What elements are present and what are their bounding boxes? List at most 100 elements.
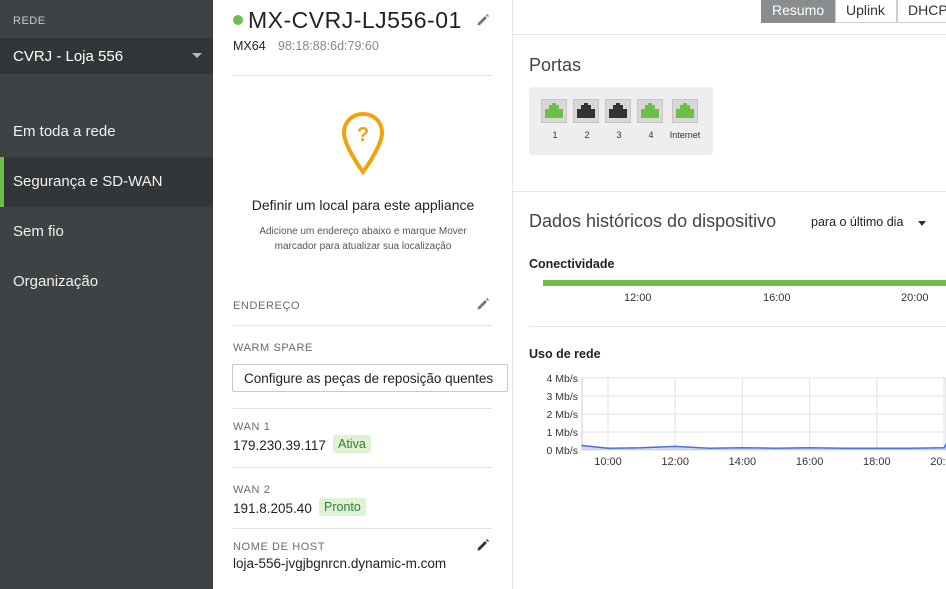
usage-point bbox=[708, 447, 710, 449]
ethernet-port-icon bbox=[641, 103, 659, 118]
tab-label: Resumo bbox=[772, 2, 825, 18]
divider bbox=[233, 528, 492, 529]
address-label: ENDEREÇO bbox=[233, 300, 301, 312]
port-4[interactable] bbox=[637, 99, 663, 123]
ethernet-port-icon bbox=[609, 103, 627, 118]
usage-point bbox=[876, 447, 878, 449]
ethernet-port-icon bbox=[545, 103, 563, 118]
divider bbox=[233, 75, 492, 76]
wan2-label: WAN 2 bbox=[233, 484, 271, 496]
connectivity-tick: 12:00 bbox=[624, 292, 652, 304]
connectivity-tick: 16:00 bbox=[763, 292, 791, 304]
divider bbox=[513, 191, 946, 192]
wan2-status-badge: Pronto bbox=[319, 498, 366, 516]
edit-hostname-pencil-icon[interactable] bbox=[476, 538, 490, 552]
usage-point bbox=[741, 447, 744, 449]
x-tick-label: 18:00 bbox=[863, 456, 891, 468]
x-tick-label: 14:00 bbox=[729, 456, 757, 468]
chevron-down-icon bbox=[192, 53, 202, 58]
sidebar-item-label: Segurança e SD-WAN bbox=[13, 173, 163, 190]
status-dot-icon bbox=[233, 15, 243, 25]
usage-point bbox=[842, 447, 844, 449]
ethernet-port-icon bbox=[577, 103, 595, 118]
x-tick-label: 16:00 bbox=[796, 456, 824, 468]
edit-address-pencil-icon[interactable] bbox=[476, 297, 490, 311]
device-mac: 98:18:88:6d:79:60 bbox=[278, 39, 379, 53]
port-label: Internet bbox=[669, 130, 701, 140]
usage-point bbox=[674, 445, 676, 448]
sidebar-item-organizacao[interactable]: Organização bbox=[0, 257, 213, 307]
tab-label: Uplink bbox=[846, 2, 885, 18]
location-subtitle-line2: marcador para atualizar sua localização bbox=[274, 241, 452, 252]
connectivity-tick: 20:00 bbox=[901, 292, 929, 304]
network-usage-title: Uso de rede bbox=[529, 347, 601, 361]
edit-name-pencil-icon[interactable] bbox=[476, 13, 490, 27]
tab-resumo[interactable]: Resumo bbox=[761, 0, 835, 23]
sidebar-item-em-toda-a-rede[interactable]: Em toda a rede bbox=[0, 107, 213, 157]
ports-panel: 1 2 3 4 Internet bbox=[529, 87, 713, 155]
location-title: Definir um local para este appliance bbox=[251, 197, 475, 213]
connectivity-title: Conectividade bbox=[529, 257, 615, 271]
y-tick-label: 2 Mb/s bbox=[546, 409, 578, 421]
network-usage-chart: 0 Mb/s 1 Mb/s 2 Mb/s 3 Mb/s 4 Mb/s 10:00 12:0… bbox=[546, 373, 946, 468]
x-tick-label: 20:00 bbox=[930, 456, 946, 468]
wan1-label: WAN 1 bbox=[233, 421, 271, 433]
location-subtitle-line1: Adicione um endereço abaixo e marque Mov… bbox=[259, 226, 467, 237]
usage-point bbox=[909, 447, 912, 449]
network-select-value: CVRJ - Loja 556 bbox=[13, 48, 124, 65]
y-tick-label: 1 Mb/s bbox=[546, 427, 578, 439]
tab-dhcp[interactable]: DHCP bbox=[897, 0, 946, 23]
divider bbox=[529, 326, 946, 327]
map-pin-question-icon: ? bbox=[342, 112, 384, 176]
usage-line bbox=[581, 442, 946, 449]
usage-point bbox=[808, 447, 811, 449]
configure-warm-spare-button[interactable]: Configure as peças de reposição quentes bbox=[232, 364, 508, 392]
port-3[interactable] bbox=[605, 99, 631, 123]
sidebar-item-label: Organização bbox=[13, 273, 99, 290]
connectivity-bar bbox=[543, 280, 946, 286]
sidebar-item-sem-fio[interactable]: Sem fio bbox=[0, 207, 213, 257]
usage-point bbox=[607, 447, 609, 449]
hostname-value: loja-556-jvgjbgnrcn.dynamic-m.com bbox=[233, 556, 447, 571]
sidebar-item-seguranca-sd-wan[interactable]: Segurança e SD-WAN bbox=[0, 157, 213, 207]
port-1[interactable] bbox=[541, 99, 567, 123]
y-tick-label: 3 Mb/s bbox=[546, 391, 578, 403]
y-tick-label: 0 Mb/s bbox=[546, 445, 578, 457]
port-internet[interactable] bbox=[672, 99, 698, 123]
period-select[interactable]: para o último dia bbox=[811, 215, 903, 229]
wan1-status-badge: Ativa bbox=[333, 435, 371, 453]
network-label: REDE bbox=[13, 15, 46, 27]
usage-point bbox=[640, 447, 643, 449]
summary-panel: Resumo Uplink DHCP Portas 1 2 3 4 Intern… bbox=[513, 0, 946, 589]
history-title: Dados históricos do dispositivo bbox=[529, 211, 777, 231]
svg-text:?: ? bbox=[357, 124, 369, 146]
device-name: MX-CVRJ-LJ556-01 bbox=[248, 7, 462, 33]
warm-spare-label: WARM SPARE bbox=[233, 342, 313, 354]
x-tick-label: 10:00 bbox=[594, 456, 622, 468]
wan1-ip: 179.230.39.117 bbox=[233, 438, 326, 453]
tab-uplink[interactable]: Uplink bbox=[835, 0, 897, 23]
sidebar-item-label: Sem fio bbox=[13, 223, 64, 240]
usage-point bbox=[775, 447, 777, 449]
tab-label: DHCP bbox=[908, 2, 946, 18]
hostname-label: NOME DE HOST bbox=[233, 541, 326, 553]
usage-area bbox=[582, 444, 946, 450]
device-model: MX64 bbox=[233, 39, 266, 53]
chevron-down-icon[interactable] bbox=[918, 221, 926, 226]
divider bbox=[233, 408, 492, 409]
port-2[interactable] bbox=[573, 99, 599, 123]
divider bbox=[513, 34, 946, 35]
x-tick-label: 12:00 bbox=[661, 456, 689, 468]
device-details-panel: MX-CVRJ-LJ556-01 MX64 98:18:88:6d:79:60 … bbox=[213, 0, 513, 589]
network-select[interactable]: CVRJ - Loja 556 bbox=[0, 38, 213, 74]
wan2-ip: 191.8.205.40 bbox=[233, 501, 312, 516]
ethernet-port-icon bbox=[676, 103, 694, 118]
usage-point bbox=[943, 447, 945, 449]
location-subtitle: Adicione um endereço abaixo e marque Mov… bbox=[213, 224, 513, 254]
sidebar: REDE CVRJ - Loja 556 Em toda a rede Segu… bbox=[0, 0, 213, 589]
ports-title: Portas bbox=[529, 55, 582, 75]
divider bbox=[233, 325, 492, 326]
y-tick-label: 4 Mb/s bbox=[546, 373, 578, 385]
divider bbox=[233, 467, 492, 468]
usage-point bbox=[581, 444, 583, 447]
